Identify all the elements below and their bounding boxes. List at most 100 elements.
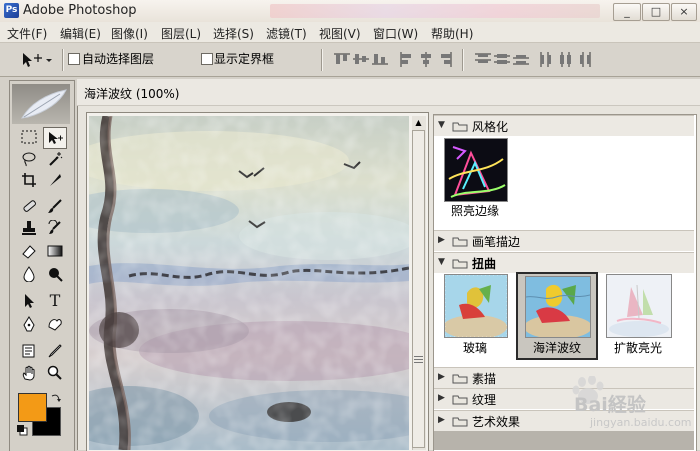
menu-window[interactable]: 窗口(W): [373, 25, 418, 42]
dodge-tool[interactable]: [44, 264, 66, 284]
menu-filter[interactable]: 滤镜(T): [266, 25, 307, 42]
scroll-up-icon[interactable]: ▲: [412, 116, 425, 130]
folder-icon: [452, 237, 468, 247]
brush-tool[interactable]: [44, 196, 66, 216]
category-label: 扭曲: [472, 257, 497, 271]
crop-tool[interactable]: [18, 170, 40, 190]
gallery-empty-area: [434, 431, 694, 450]
lasso-tool[interactable]: [18, 149, 40, 169]
path-selection-tool[interactable]: [18, 291, 40, 311]
distribute-hcenter-icon[interactable]: [557, 51, 575, 67]
gradient-tool[interactable]: [44, 241, 66, 261]
glowing-edges-preview: [444, 138, 508, 202]
type-tool[interactable]: T: [44, 291, 66, 311]
eyedropper-tool[interactable]: [44, 341, 66, 361]
marquee-tool[interactable]: [18, 128, 40, 148]
diffuse-glow-preview: [606, 274, 672, 338]
zoom-tool[interactable]: [44, 363, 66, 383]
collapsed-arrow-icon: ▶: [438, 235, 445, 245]
collapsed-arrow-icon: ▶: [438, 415, 445, 425]
folder-icon: [452, 417, 468, 427]
folder-icon: [452, 395, 468, 405]
brush-icon: [48, 199, 62, 213]
align-bottom-icon[interactable]: [371, 51, 389, 67]
align-hcenter-icon[interactable]: [417, 51, 435, 67]
category-stylize[interactable]: ▼ 风格化: [434, 115, 694, 136]
menu-image[interactable]: 图像(I): [111, 25, 148, 42]
auto-select-layer-label: 自动选择图层: [82, 52, 155, 66]
distribute-left-icon[interactable]: [538, 51, 556, 67]
category-brush-strokes[interactable]: ▶ 画笔描边: [434, 230, 694, 251]
category-distort[interactable]: ▼ 扭曲: [434, 252, 694, 273]
blur-tool[interactable]: [18, 264, 40, 284]
expanded-arrow-icon: ▼: [438, 257, 445, 267]
menu-edit[interactable]: 编辑(E): [60, 25, 101, 42]
photoshop-app-icon: Ps: [4, 3, 19, 18]
menu-select[interactable]: 选择(S): [213, 25, 254, 42]
clone-stamp-tool[interactable]: [18, 218, 40, 238]
bandage-icon: [23, 200, 36, 212]
menu-file[interactable]: 文件(F): [7, 25, 47, 42]
distribute-right-icon[interactable]: [576, 51, 594, 67]
category-label: 艺术效果: [472, 415, 521, 429]
collapsed-arrow-icon: ▶: [438, 393, 445, 403]
distribute-vcenter-icon[interactable]: [493, 51, 511, 67]
crop-icon: [22, 173, 36, 187]
glass-preview: [444, 274, 508, 338]
move-tool[interactable]: [43, 127, 67, 149]
shape-icon: [48, 319, 62, 331]
scroll-grip-icon: [414, 356, 423, 364]
foreground-color-swatch[interactable]: [18, 393, 47, 422]
move-icon: [49, 132, 63, 144]
marquee-icon: [21, 130, 37, 144]
maximize-button[interactable]: □: [642, 3, 670, 21]
thumb-label: 玻璃: [462, 341, 487, 355]
swap-colors-icon[interactable]: [50, 392, 62, 404]
dialog-title: 海洋波纹 (100%): [84, 87, 180, 101]
magnifier-icon: [47, 365, 62, 380]
history-brush-tool[interactable]: [44, 218, 66, 238]
align-vcenter-icon[interactable]: [352, 51, 370, 67]
folder-icon: [452, 122, 468, 132]
history-brush-icon: [48, 220, 61, 234]
type-icon: T: [49, 291, 61, 310]
arrow-cursor-icon: [25, 294, 34, 308]
folder-icon: [452, 259, 468, 269]
show-bounding-box-checkbox[interactable]: [201, 53, 213, 65]
hand-tool[interactable]: [18, 363, 40, 383]
align-right-icon[interactable]: [436, 51, 454, 67]
pen-icon: [23, 316, 35, 332]
close-button[interactable]: ×: [671, 3, 697, 21]
healing-brush-tool[interactable]: [18, 196, 40, 216]
thumb-label: 海洋波纹: [532, 341, 581, 355]
droplet-icon: [23, 266, 35, 282]
scroll-thumb[interactable]: [412, 130, 425, 448]
default-colors-icon[interactable]: [16, 424, 28, 436]
custom-shape-tool[interactable]: [44, 314, 66, 334]
align-left-icon[interactable]: [398, 51, 416, 67]
tool-preset-picker[interactable]: [18, 50, 60, 70]
filter-preview-image[interactable]: [89, 116, 409, 450]
dodge-icon: [49, 268, 63, 282]
slice-tool[interactable]: [44, 170, 66, 190]
align-top-icon[interactable]: [333, 51, 351, 67]
menu-view[interactable]: 视图(V): [319, 25, 361, 42]
move-tool-icon: [23, 53, 52, 67]
menu-layer[interactable]: 图层(L): [161, 25, 201, 42]
window-title: Adobe Photoshop: [23, 3, 137, 18]
expanded-arrow-icon: ▼: [438, 120, 445, 130]
distribute-bottom-icon[interactable]: [512, 51, 530, 67]
category-label: 风格化: [472, 120, 509, 134]
collapsed-arrow-icon: ▶: [438, 372, 445, 382]
distribute-top-icon[interactable]: [474, 51, 492, 67]
minimize-button[interactable]: _: [613, 3, 641, 21]
magic-wand-tool[interactable]: [44, 149, 66, 169]
pen-tool[interactable]: [18, 314, 40, 334]
menu-help[interactable]: 帮助(H): [431, 25, 473, 42]
thumb-label: 照亮边缘: [450, 204, 499, 218]
toolbox-header: [12, 84, 70, 124]
notes-tool[interactable]: [18, 341, 40, 361]
eraser-icon: [22, 245, 36, 259]
auto-select-layer-checkbox[interactable]: [68, 53, 80, 65]
eraser-tool[interactable]: [18, 241, 40, 261]
